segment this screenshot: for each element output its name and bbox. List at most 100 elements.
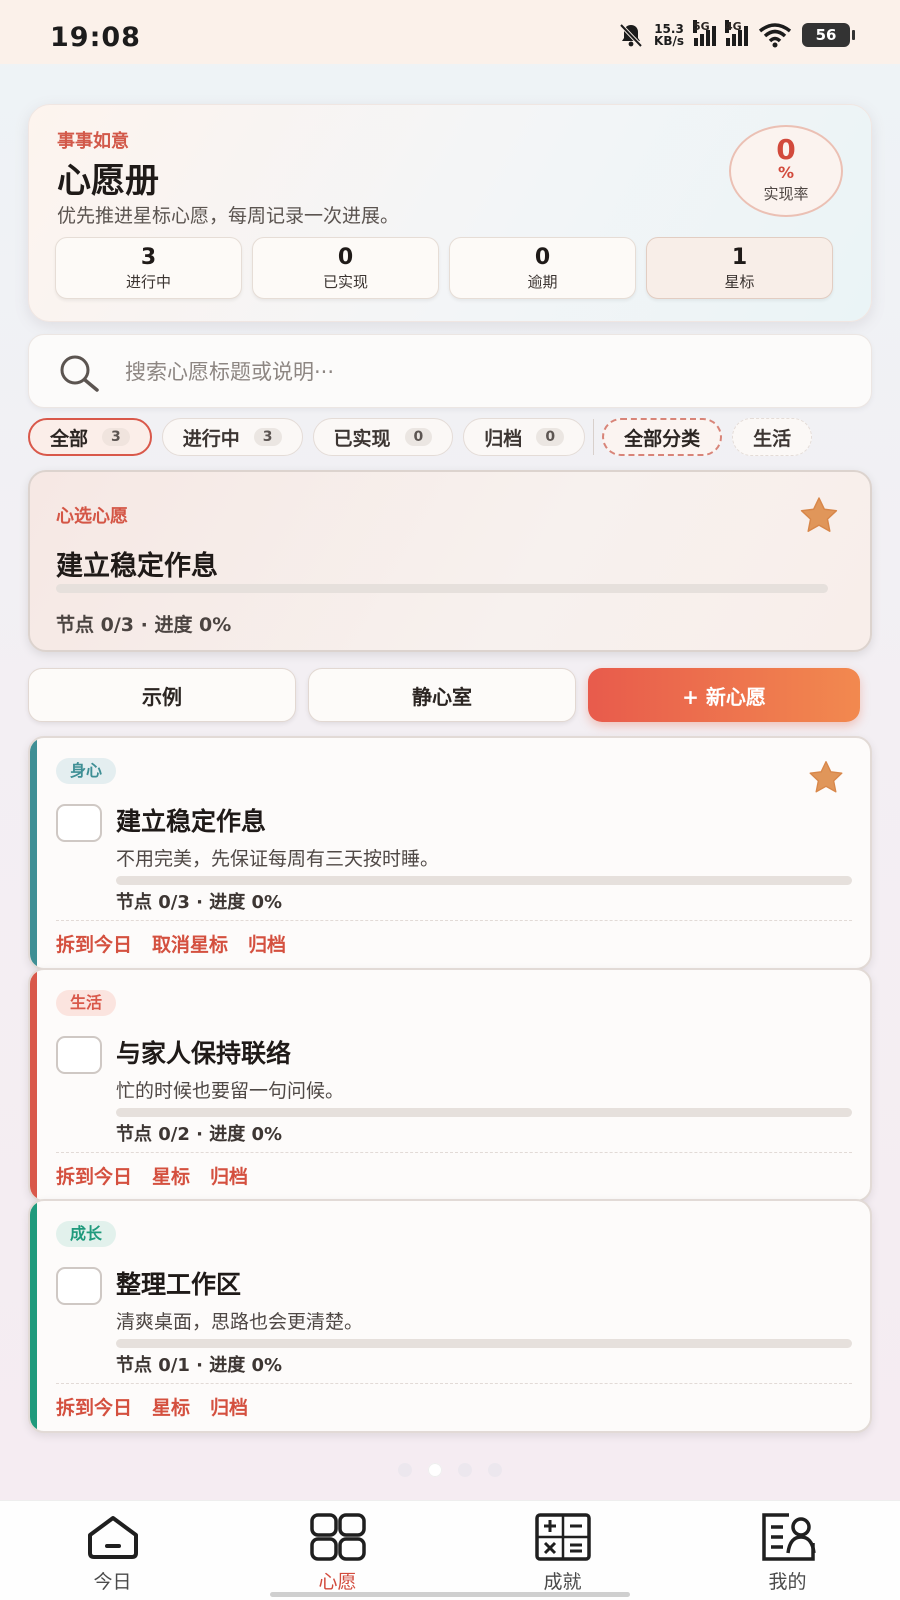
stat-starred[interactable]: 1 星标 — [646, 237, 833, 299]
home-indicator[interactable] — [270, 1592, 630, 1597]
wish-meta: 节点 0/2 · 进度 0% — [116, 1124, 283, 1145]
divider — [56, 1383, 852, 1384]
nav-achievements[interactable]: 成就 — [450, 1501, 675, 1600]
stat-label: 已实现 — [322, 273, 368, 291]
chip-label: 进行中 — [182, 427, 240, 450]
filter-chip-in-progress[interactable]: 进行中 3 — [161, 418, 303, 456]
bottom-nav: 今日 心愿 成就 我的 — [0, 1500, 900, 1600]
featured-title: 建立稳定作息 — [56, 551, 218, 582]
mute-bell-icon — [619, 23, 643, 48]
signal-5g-icon: 5G — [693, 20, 716, 46]
divider — [56, 1152, 852, 1153]
nav-label: 心愿 — [318, 1571, 357, 1593]
chip-count: 0 — [404, 428, 433, 446]
archive-link[interactable]: 归档 — [210, 1162, 248, 1189]
star-icon[interactable] — [804, 758, 848, 798]
wifi-icon — [758, 23, 792, 48]
featured-label: 心选心愿 — [56, 506, 128, 527]
achievement-rate-badge: 0 % 实现率 — [729, 125, 843, 217]
search-input[interactable] — [125, 351, 825, 393]
search-bar — [28, 334, 872, 408]
stats-row: 3 进行中 0 已实现 0 逾期 1 星标 — [55, 237, 833, 299]
page-dot — [398, 1463, 412, 1477]
filter-chip-archived[interactable]: 归档 0 — [463, 418, 586, 456]
wish-progress-bar — [116, 876, 852, 885]
wish-checkbox[interactable] — [56, 1036, 102, 1074]
wish-checkbox[interactable] — [56, 1267, 102, 1305]
wish-title: 建立稳定作息 — [116, 807, 267, 836]
wish-progress-bar — [116, 1339, 852, 1348]
wish-title: 与家人保持联络 — [116, 1039, 292, 1068]
wish-card[interactable]: 生活 与家人保持联络 忙的时候也要留一句问候。 节点 0/2 · 进度 0% 拆… — [28, 968, 872, 1202]
nav-label: 我的 — [768, 1571, 807, 1593]
signal-4g-icon: 4G — [725, 20, 748, 46]
category-chip-all[interactable]: 全部分类 — [602, 418, 723, 456]
action-buttons: 示例 静心室 + 新心愿 — [28, 668, 860, 722]
wish-actions: 拆到今日 星标 归档 — [56, 1162, 248, 1189]
featured-progress-bar — [56, 584, 828, 593]
page-indicator — [398, 1463, 502, 1477]
page-subtitle: 优先推进星标心愿，每周记录一次进展。 — [57, 205, 400, 227]
chip-count: 3 — [102, 428, 130, 446]
wish-description: 不用完美，先保证每周有三天按时睡。 — [116, 848, 440, 870]
star-link[interactable]: 星标 — [152, 1393, 190, 1420]
filter-chips: 全部 3 进行中 3 已实现 0 归档 0 全部分类 生活 — [28, 417, 872, 457]
search-icon — [60, 355, 99, 392]
chip-count: 0 — [536, 428, 565, 446]
filter-chip-all[interactable]: 全部 3 — [28, 418, 152, 456]
wish-checkbox[interactable] — [56, 804, 102, 842]
grid-icon — [309, 1513, 366, 1561]
page-title: 心愿册 — [57, 161, 159, 201]
wish-card[interactable]: 成长 整理工作区 清爽桌面，思路也会更清楚。 节点 0/1 · 进度 0% 拆到… — [28, 1199, 872, 1433]
category-tag: 生活 — [56, 990, 117, 1016]
summary-card: 事事如意 心愿册 优先推进星标心愿，每周记录一次进展。 0 % 实现率 3 进行… — [28, 104, 872, 322]
nav-profile[interactable]: 我的 — [675, 1501, 900, 1600]
category-chip-life[interactable]: 生活 — [732, 418, 813, 456]
archive-link[interactable]: 归档 — [248, 930, 286, 957]
wish-actions: 拆到今日 取消星标 归档 — [56, 930, 286, 957]
stat-in-progress[interactable]: 3 进行中 — [55, 237, 242, 299]
stat-label: 星标 — [724, 273, 755, 291]
new-wish-button[interactable]: + 新心愿 — [588, 668, 860, 722]
stat-achieved[interactable]: 0 已实现 — [252, 237, 439, 299]
star-icon[interactable] — [796, 494, 842, 538]
nav-today[interactable]: 今日 — [0, 1501, 225, 1600]
status-time: 19:08 — [50, 22, 141, 53]
example-button[interactable]: 示例 — [28, 668, 296, 722]
wish-meta: 节点 0/3 · 进度 0% — [116, 892, 283, 913]
nav-wishes[interactable]: 心愿 — [225, 1501, 450, 1600]
wish-actions: 拆到今日 星标 归档 — [56, 1393, 248, 1420]
split-to-today-link[interactable]: 拆到今日 — [56, 1162, 132, 1189]
stat-label: 逾期 — [527, 273, 558, 291]
category-accent — [30, 738, 37, 968]
archive-link[interactable]: 归档 — [210, 1393, 248, 1420]
category-accent — [30, 1201, 37, 1431]
stat-label: 进行中 — [125, 273, 171, 291]
quiet-room-button[interactable]: 静心室 — [308, 668, 576, 722]
nav-label: 成就 — [543, 1571, 582, 1593]
eyebrow-label: 事事如意 — [57, 131, 129, 152]
wish-card[interactable]: 身心 建立稳定作息 不用完美，先保证每周有三天按时睡。 节点 0/3 · 进度 … — [28, 736, 872, 970]
wish-description: 忙的时候也要留一句问候。 — [116, 1080, 345, 1102]
wish-title: 整理工作区 — [116, 1270, 242, 1299]
profile-icon — [761, 1513, 816, 1561]
stat-overdue[interactable]: 0 逾期 — [449, 237, 636, 299]
category-tag: 成长 — [56, 1221, 117, 1247]
split-to-today-link[interactable]: 拆到今日 — [56, 930, 132, 957]
rate-value: 0 — [776, 133, 796, 166]
battery-icon: 56 — [802, 23, 855, 47]
chip-label: 已实现 — [333, 427, 391, 450]
wish-description: 清爽桌面，思路也会更清楚。 — [116, 1311, 364, 1333]
status-bar: 19:08 15.3 KB/s 5G 4G 56 — [0, 0, 900, 64]
star-link[interactable]: 星标 — [152, 1162, 190, 1189]
calculator-icon — [534, 1513, 591, 1561]
filter-chip-achieved[interactable]: 已实现 0 — [312, 418, 454, 456]
unstar-link[interactable]: 取消星标 — [152, 930, 228, 957]
stat-value: 3 — [140, 245, 157, 270]
net-speed: 15.3 KB/s — [654, 22, 684, 48]
wish-progress-bar — [116, 1108, 852, 1117]
featured-wish-card[interactable]: 心选心愿 建立稳定作息 节点 0/3 · 进度 0% — [28, 470, 872, 652]
split-to-today-link[interactable]: 拆到今日 — [56, 1393, 132, 1420]
stat-value: 1 — [731, 245, 748, 270]
category-tag: 身心 — [56, 758, 117, 784]
